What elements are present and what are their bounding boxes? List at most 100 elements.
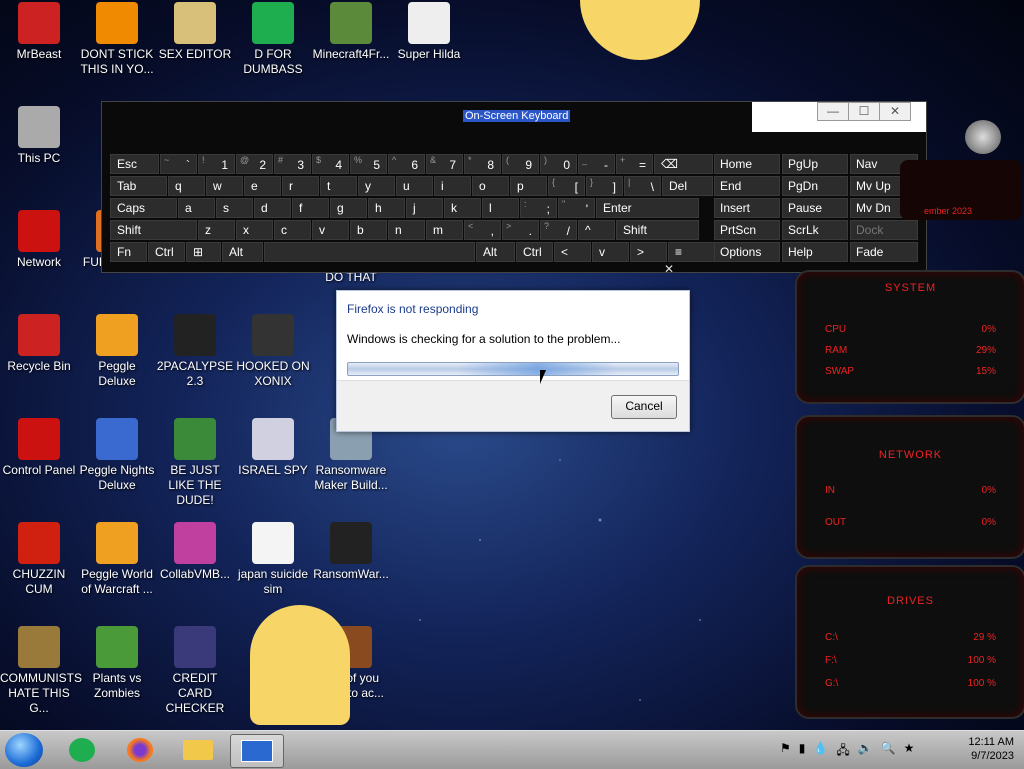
osk-titlebar[interactable] [102,102,752,130]
osk-key[interactable]: ) 0 [540,154,577,174]
osk-key[interactable]: > [630,242,667,262]
teams-icon[interactable] [60,734,104,766]
desktop-icon[interactable]: Recycle Bin [0,314,78,374]
star-icon[interactable]: ★ [904,741,915,762]
osk-key[interactable]: k [444,198,481,218]
osk-key[interactable]: * 8 [464,154,501,174]
osk-key[interactable]: ⌫ [654,154,713,174]
osk-key[interactable]: u [396,176,433,196]
osk-key[interactable]: d [254,198,291,218]
desktop-icon[interactable]: D FOR DUMBASS [234,2,312,77]
osk-nav-key[interactable]: PgUp [782,154,848,174]
osk-key[interactable]: $4 [312,154,349,174]
desktop-icon[interactable]: HOOKED ON XONIX [234,314,312,389]
osk-key[interactable]: {[ [548,176,585,196]
desktop-icon[interactable]: Peggle Nights Deluxe [78,418,156,493]
osk-key[interactable] [264,242,475,262]
desktop-icon[interactable]: SEX EDITOR [156,2,234,62]
osk-key[interactable]: Esc [110,154,159,174]
osk-key[interactable]: h [368,198,405,218]
osk-key[interactable]: " ' [558,198,595,218]
desktop-icon[interactable]: Network [0,210,78,270]
osk-key[interactable]: ^ 6 [388,154,425,174]
osk-nav-key[interactable]: Help [782,242,848,262]
drop-icon[interactable]: 💧 [813,741,828,762]
osk-key[interactable]: ≡ [668,242,719,262]
osk-key[interactable]: Fn [110,242,147,262]
osk-key[interactable]: ⊞ [186,242,221,262]
osk-key[interactable]: ^ [578,220,615,240]
desktop-icon[interactable]: This PC [0,106,78,166]
osk-key[interactable]: Alt [222,242,263,262]
desktop-icon[interactable]: CHUZZIN CUM [0,522,78,597]
osk-key[interactable]: b [350,220,387,240]
minimize-button[interactable]: — [817,102,849,121]
osk-key[interactable]: i [434,176,471,196]
osk-key[interactable]: t [320,176,357,196]
osk-key[interactable]: x [236,220,273,240]
osk-nav-key[interactable]: Options [714,242,780,262]
osk-key[interactable]: #3 [274,154,311,174]
osk-key[interactable]: p [510,176,547,196]
osk-key[interactable]: v [592,242,629,262]
on-screen-keyboard-window[interactable]: On-Screen Keyboard — ☐ ✕ Esc ~ `! 1 @2 #3 $4% 5… [101,101,927,273]
osk-key[interactable]: <, [464,220,501,240]
cancel-button[interactable]: Cancel [611,395,677,419]
desktop-icon[interactable]: Peggle Deluxe [78,314,156,389]
osk-key[interactable]: Shift [110,220,197,240]
osk-key[interactable]: Shift [616,220,699,240]
network-icon[interactable]: 🖧 [836,741,849,762]
desktop-icon[interactable]: Peggle World of Warcraft ... [78,522,156,597]
desktop-icon[interactable]: Super Hilda [390,2,468,62]
osk-key[interactable]: w [206,176,243,196]
osk-key[interactable]: e [244,176,281,196]
osk-nav-key[interactable]: PrtScn [714,220,780,240]
osk-key[interactable]: l [482,198,519,218]
clock[interactable]: 12:11 AM 9/7/2023 [968,735,1014,763]
desktop-icon[interactable]: ISRAEL SPY [234,418,312,478]
osk-key[interactable]: Ctrl [148,242,185,262]
osk-key[interactable]: ? / [540,220,577,240]
osk-key[interactable]: (9 [502,154,539,174]
osk-key[interactable]: q [168,176,205,196]
osk-key[interactable]: & 7 [426,154,463,174]
desktop-icon[interactable]: Control Panel [0,418,78,478]
file-explorer-icon[interactable] [176,734,220,766]
maximize-button[interactable]: ☐ [848,102,880,121]
osk-key[interactable]: ! 1 [198,154,235,174]
osk-key[interactable]: >. [502,220,539,240]
osk-key[interactable]: s [216,198,253,218]
osk-key[interactable]: y [358,176,395,196]
osk-key[interactable]: f [292,198,329,218]
volume-icon[interactable]: 🔊 [858,741,873,762]
search-icon[interactable]: 🔍 [881,741,896,762]
flag-icon[interactable]: ⚑ [780,741,791,762]
osk-key[interactable]: z [198,220,235,240]
osk-key[interactable]: Alt [476,242,515,262]
osk-key[interactable]: _ - [578,154,615,174]
desktop-icon[interactable]: BE JUST LIKE THE DUDE! [156,418,234,508]
firefox-icon[interactable] [118,734,162,766]
osk-key[interactable]: v [312,220,349,240]
hidden-window-close-icon[interactable]: ✕ [656,262,682,276]
osk-key[interactable]: | \ [624,176,661,196]
osk-key[interactable]: Ctrl [516,242,553,262]
osk-key[interactable]: :; [520,198,557,218]
osk-key[interactable]: @2 [236,154,273,174]
desktop-icon[interactable]: japan suicide sim [234,522,312,597]
osk-nav-key[interactable]: ScrLk [782,220,848,240]
osk-key[interactable]: % 5 [350,154,387,174]
osk-nav-key[interactable]: Fade [850,242,918,262]
osk-key[interactable]: < [554,242,591,262]
desktop-icon[interactable]: CREDIT CARD CHECKER [156,626,234,716]
osk-key[interactable]: + = [616,154,653,174]
osk-key[interactable]: Tab [110,176,167,196]
on-screen-keyboard-icon[interactable] [230,734,284,768]
osk-nav-key[interactable]: Insert [714,198,780,218]
close-button[interactable]: ✕ [879,102,911,121]
desktop-icon[interactable]: DONT STICK THIS IN YO... [78,2,156,77]
desktop-icon[interactable]: 2PACALYPSE 2.3 [156,314,234,389]
osk-key[interactable]: r [282,176,319,196]
osk-nav-key[interactable]: PgDn [782,176,848,196]
osk-nav-key[interactable]: Home [714,154,780,174]
